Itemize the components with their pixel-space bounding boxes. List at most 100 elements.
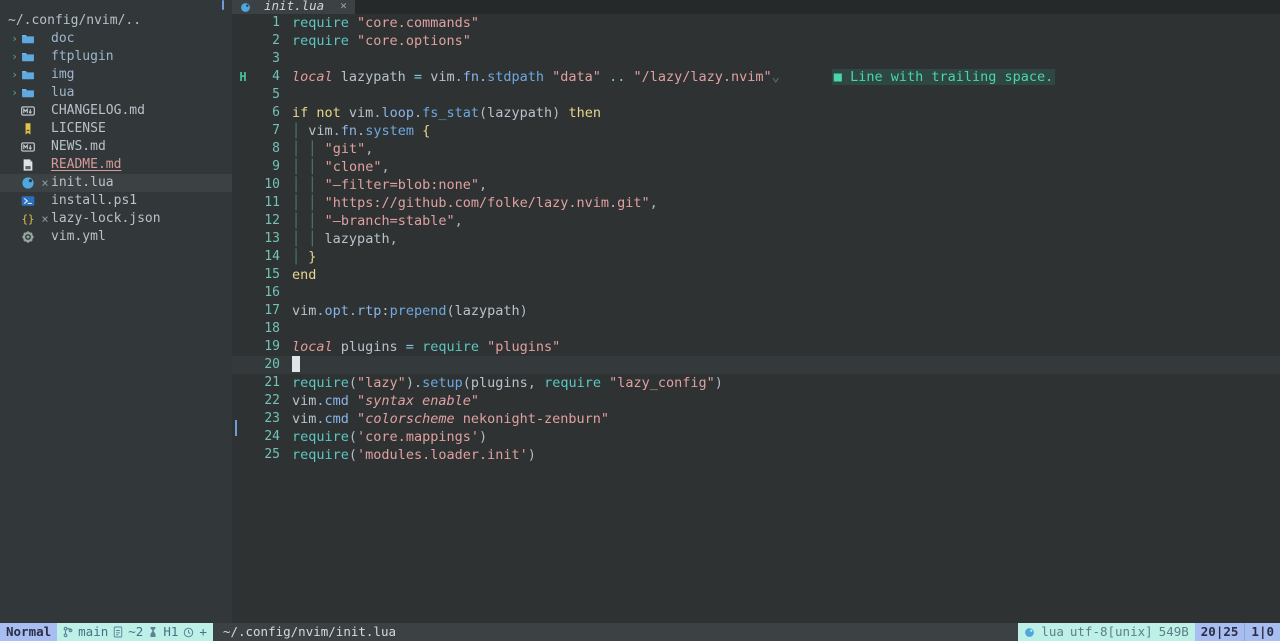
tabline[interactable]: init.lua ✕ — [232, 0, 1280, 14]
file-tree-item-changelog-md[interactable]: ›×CHANGELOG.md — [0, 102, 232, 120]
file-tree-item-license[interactable]: ›×LICENSE — [0, 120, 232, 138]
file-tree-item-init-lua[interactable]: › ×init.lua — [0, 174, 232, 192]
tab-init-lua[interactable]: init.lua ✕ — [232, 0, 355, 14]
markdown-icon — [21, 140, 39, 154]
file-tree-item-label: install.ps1 — [51, 193, 138, 208]
code-line[interactable]: 12 │ │ "—branch=stable", — [232, 212, 1280, 230]
code-line[interactable]: 25 require('modules.loader.init') — [232, 446, 1280, 464]
lua-moon-icon — [21, 176, 39, 190]
sign-hint-marker: H — [239, 70, 247, 84]
line-number: 1 — [272, 15, 280, 30]
code-line[interactable]: 5 — [232, 86, 1280, 104]
code-line[interactable]: 6 if not vim.loop.fs_stat(lazypath) then — [232, 104, 1280, 122]
code-line[interactable]: 17 vim.opt.rtp:prepend(lazypath) — [232, 302, 1280, 320]
file-tree-item-label: img — [51, 67, 75, 82]
code-line[interactable]: 2 require "core.options" — [232, 32, 1280, 50]
markdown-icon — [21, 104, 39, 118]
code-line-text: if not vim.loop.fs_stat(lazypath) then — [280, 104, 1280, 122]
code-line[interactable]: 1 require "core.commands" — [232, 14, 1280, 32]
code-line-text: require "core.options" — [280, 32, 1280, 50]
folder-icon — [21, 68, 39, 82]
code-line[interactable]: 20 — [232, 356, 1280, 374]
line-number: 21 — [264, 375, 280, 390]
code-token: .fn — [332, 123, 358, 139]
readme-icon — [21, 158, 39, 172]
chevron-right-icon[interactable]: › — [8, 48, 21, 66]
code-token: ( — [348, 375, 358, 391]
file-tree-item-ftplugin[interactable]: ›×ftplugin — [0, 48, 232, 66]
code-line[interactable]: 19 local plugins = require "plugins" — [232, 338, 1280, 356]
chevron-right-icon[interactable]: › — [8, 84, 21, 102]
code-token: .fn — [454, 69, 479, 85]
code-line[interactable]: 15 end — [232, 266, 1280, 284]
code-token: . — [478, 69, 488, 85]
code-line[interactable]: 7 │ vim.fn.system { — [232, 122, 1280, 140]
code-line[interactable]: 18 — [232, 320, 1280, 338]
code-line[interactable]: 11 │ │ "https://github.com/folke/lazy.nvi… — [232, 194, 1280, 212]
code-token: 'core.mappings' — [357, 429, 479, 445]
chevron-right-icon[interactable]: › — [8, 66, 21, 84]
code-token: "lazy_config" — [609, 375, 715, 391]
code-line[interactable]: H 4 local lazypath = vim.fn.stdpath "data"… — [232, 68, 1280, 86]
code-line-text: │ │ "clone", — [280, 158, 1280, 176]
file-explorer-sidebar[interactable]: ~/.config/nvim/.. ›×doc›×ftplugin›×img›×… — [0, 0, 232, 623]
code-line-text: local plugins = require "plugins" — [280, 338, 1280, 356]
code-token: ( — [462, 375, 471, 391]
file-tree-item-label: lua — [51, 85, 75, 100]
code-token: then — [568, 105, 601, 121]
status-diagnostic-count: H1 — [163, 624, 179, 639]
code-token: , — [649, 195, 658, 211]
code-line[interactable]: 16 — [232, 284, 1280, 302]
file-tree-item-news-md[interactable]: ›×NEWS.md — [0, 138, 232, 156]
gear-icon — [21, 230, 39, 244]
code-token: lazypath — [332, 69, 414, 85]
code-line[interactable]: 21 require("lazy").setup(plugins, require… — [232, 374, 1280, 392]
code-token: require — [292, 375, 349, 391]
code-token: .cmd — [316, 411, 349, 427]
code-line[interactable]: 22 vim.cmd "syntax enable" — [232, 392, 1280, 410]
line-number: 13 — [264, 231, 280, 246]
status-diff-count: ~2 — [128, 624, 144, 639]
code-token: require — [422, 339, 479, 355]
close-icon[interactable]: ✕ — [340, 0, 347, 13]
line-number: 18 — [264, 321, 280, 336]
code-line[interactable]: 3 — [232, 50, 1280, 68]
code-token: . — [413, 105, 423, 121]
file-tree-item-vim-yml[interactable]: ›×vim.yml — [0, 228, 232, 246]
code-token: lazypath — [316, 231, 390, 247]
code-buffer[interactable]: 1 require "core.commands" 2 require "core.o… — [232, 14, 1280, 623]
code-line[interactable]: 8 │ │ "git", — [232, 140, 1280, 158]
code-token: vim — [292, 393, 317, 409]
file-tree-item-lua[interactable]: ›×lua — [0, 84, 232, 102]
editor-pane[interactable]: init.lua ✕ 1 require "core.commands" 2 requ… — [232, 0, 1280, 623]
status-file-path: ~/.config/nvim/init.lua — [212, 623, 1019, 641]
file-tree-item-install-ps1[interactable]: ›×install.ps1 — [0, 192, 232, 210]
code-token: │ — [292, 231, 301, 247]
code-line[interactable]: 9 │ │ "clone", — [232, 158, 1280, 176]
code-token: require — [292, 429, 349, 445]
file-tree-item-readme-md[interactable]: ›×README.md — [0, 156, 232, 174]
code-line-text: │ │ "—branch=stable", — [280, 212, 1280, 230]
chevron-right-icon[interactable]: › — [8, 30, 21, 48]
code-token: vim — [422, 69, 455, 85]
file-tree-item-label: lazy-lock.json — [51, 211, 161, 226]
chevron-spacer: › — [8, 156, 21, 174]
file-tree-item-doc[interactable]: ›×doc — [0, 30, 232, 48]
code-line[interactable]: 24 require('core.mappings') — [232, 428, 1280, 446]
status-mode: Normal — [0, 623, 58, 641]
file-tree-item-img[interactable]: ›×img — [0, 66, 232, 84]
code-token: "plugins" — [487, 339, 561, 355]
code-token: "data" — [552, 69, 601, 85]
file-tree-item-label: vim.yml — [51, 229, 106, 244]
code-line[interactable]: 23 vim.cmd "colorscheme nekonight-zenburn… — [232, 410, 1280, 436]
code-line[interactable]: 10 │ │ "—filter=blob:none", — [232, 176, 1280, 194]
code-line[interactable]: 13 │ │ lazypath, — [232, 230, 1280, 248]
code-line[interactable]: 14 │ } — [232, 248, 1280, 266]
code-token: "https://github.com/folke/lazy.nvim.git" — [324, 195, 650, 211]
file-tree-item-lazy-lock-json[interactable]: ›{} ×lazy-lock.json — [0, 210, 232, 228]
sidebar-scrollbar[interactable] — [222, 0, 224, 10]
code-line-text: end — [280, 266, 1280, 284]
code-token: ( — [446, 303, 455, 319]
